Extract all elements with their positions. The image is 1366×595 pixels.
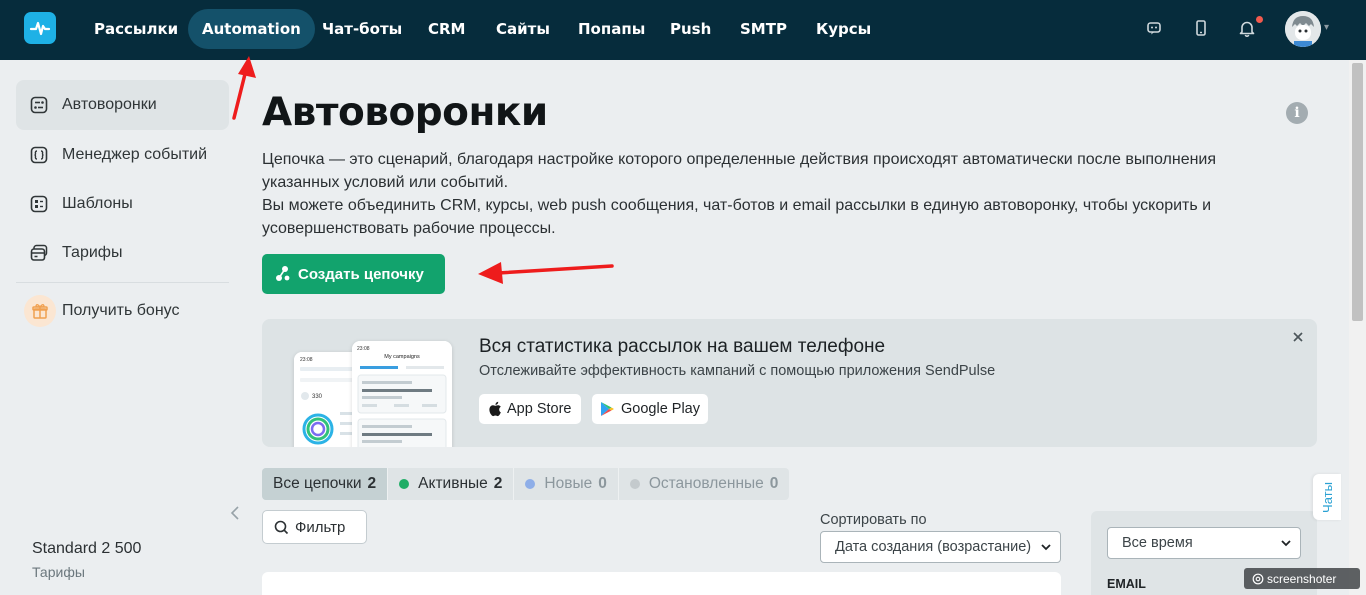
arrow-head-automation <box>238 56 256 78</box>
arrow-to-create <box>496 264 614 275</box>
arrow-head-create <box>478 262 503 284</box>
annotation-arrows <box>232 56 614 284</box>
